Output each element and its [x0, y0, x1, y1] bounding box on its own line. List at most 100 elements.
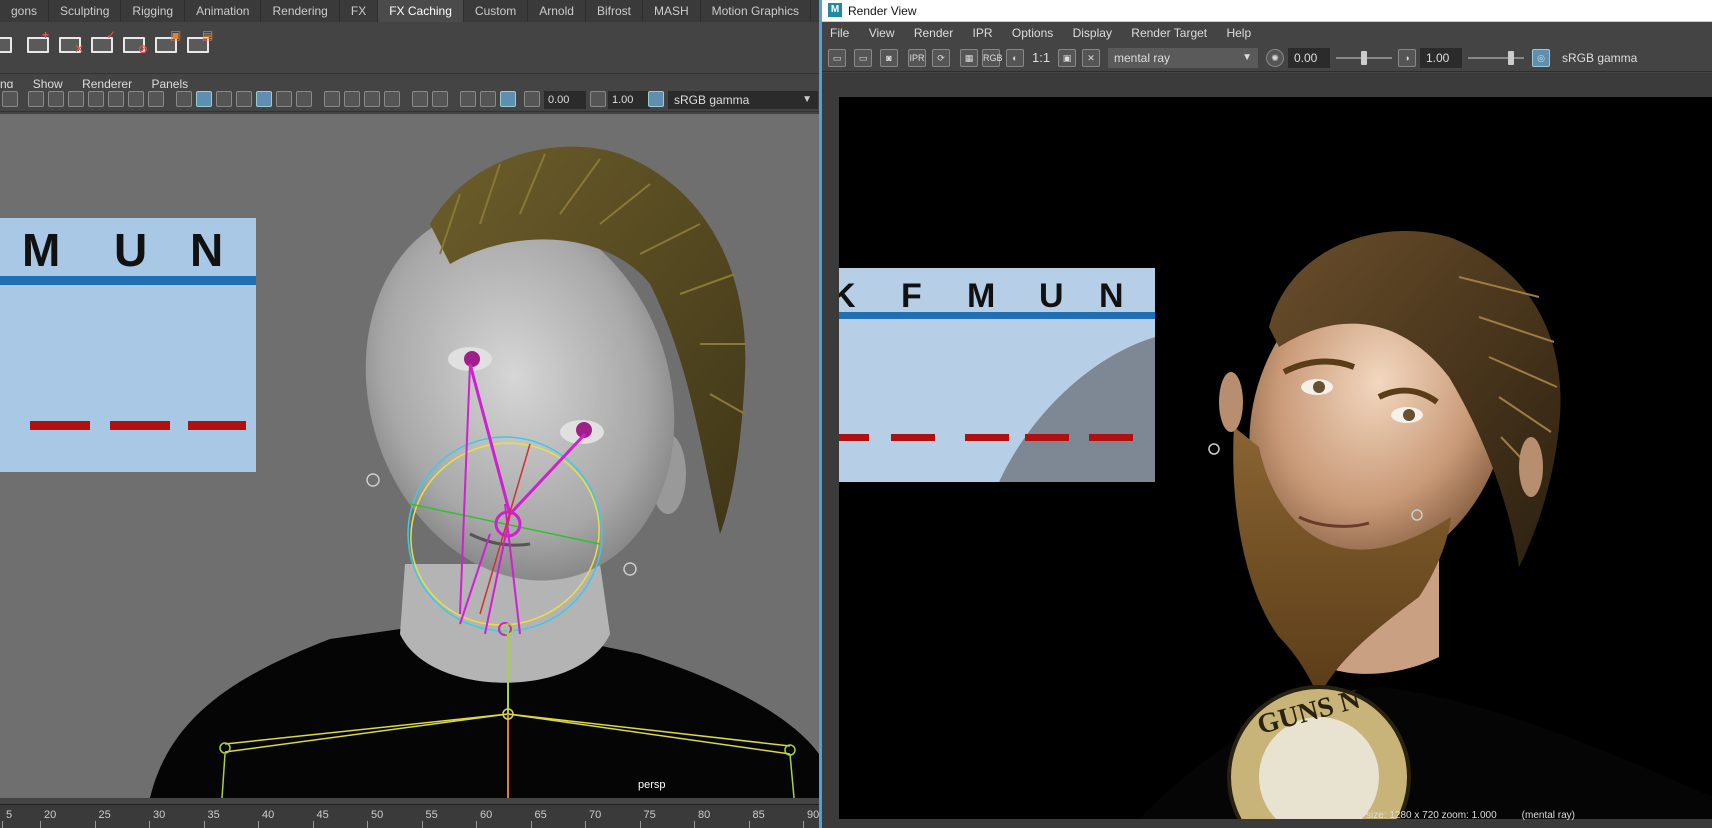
alpha-channel-icon[interactable]: ◐ — [1006, 49, 1024, 67]
merge-cache-icon[interactable]: ▤ — [184, 29, 213, 58]
perspective-viewport[interactable]: M U N persp — [0, 114, 819, 798]
menu-render-target[interactable]: Render Target — [1123, 22, 1215, 44]
shelf-tabs: gons Sculpting Rigging Animation Rendering FX… — [0, 0, 819, 22]
chart-letter: M — [22, 224, 60, 276]
timeline-tick — [258, 821, 259, 828]
xray-icon[interactable] — [432, 91, 448, 107]
shelf-tab-custom[interactable]: Custom — [464, 0, 529, 22]
real-size-button[interactable]: 1:1 — [1032, 50, 1050, 65]
enable-cache-icon[interactable]: ✓ — [88, 29, 116, 58]
chart-letter: N — [1099, 277, 1124, 315]
exposure-slider-knob[interactable] — [1361, 51, 1367, 65]
gamma-field[interactable]: 1.00 — [608, 91, 650, 109]
create-cache-icon[interactable]: + — [24, 29, 52, 58]
textured-icon[interactable] — [256, 91, 272, 107]
shelf-tab-bifrost[interactable]: Bifrost — [586, 0, 643, 22]
gamma-icon[interactable] — [590, 91, 606, 107]
timeline-tick-label: 25 — [98, 809, 111, 821]
disable-cache-icon[interactable]: ⊘ — [120, 30, 148, 58]
render-settings-icon[interactable]: ▦ — [960, 49, 978, 67]
time-slider[interactable]: 5 20 25 30 35 40 45 50 55 60 65 70 75 80 85 90 — [0, 804, 819, 828]
renderer-dropdown[interactable]: mental ray ▼ — [1108, 48, 1258, 68]
camera-attributes-icon[interactable] — [500, 91, 516, 107]
wireframe-icon[interactable] — [176, 91, 192, 107]
delete-cache-icon[interactable]: ✕ — [56, 30, 84, 58]
rendered-image[interactable]: K F M U N GUNS N — [839, 97, 1712, 819]
safe-title-icon[interactable] — [148, 91, 164, 107]
chart-letter: M — [967, 277, 995, 315]
shelf-tab-rendering[interactable]: Rendering — [261, 0, 340, 22]
menu-options[interactable]: Options — [1004, 22, 1061, 44]
gamma-slider-knob[interactable] — [1508, 51, 1514, 65]
refresh-ipr-icon[interactable]: ⟳ — [932, 49, 950, 67]
timeline-tick — [367, 821, 368, 828]
film-gate-icon[interactable] — [48, 91, 64, 107]
exposure-field[interactable]: 0.00 — [1288, 48, 1330, 68]
shelf-tab-sculpting[interactable]: Sculpting — [49, 0, 122, 22]
exposure-icon[interactable]: ✺ — [1266, 49, 1284, 67]
shelf-tab-gons[interactable]: gons — [0, 0, 50, 22]
timeline-tick — [694, 821, 695, 828]
resolution-gate-icon[interactable] — [68, 91, 84, 107]
menu-display[interactable]: Display — [1065, 22, 1120, 44]
select-camera-icon[interactable] — [2, 91, 18, 107]
chart-letter: U — [114, 224, 147, 276]
timeline-tick — [530, 821, 532, 828]
motion-blur-icon[interactable] — [344, 91, 360, 107]
view-transform-dropdown[interactable]: sRGB gamma — [1556, 48, 1712, 68]
redo-render-icon[interactable]: ▭ — [828, 49, 846, 67]
color-management-icon[interactable]: ◎ — [1532, 49, 1550, 67]
remove-image-icon[interactable]: ✕ — [1082, 49, 1100, 67]
menu-file[interactable]: File — [822, 22, 857, 44]
viewport-scene: M U N — [0, 146, 819, 798]
shelf-tab-xge[interactable]: XGe — [811, 0, 819, 22]
color-management-icon[interactable] — [648, 91, 664, 107]
shadows-icon[interactable] — [296, 91, 312, 107]
shelf-tab-animation[interactable]: Animation — [185, 0, 262, 22]
xray-active-icon[interactable] — [480, 91, 496, 107]
snapshot-icon[interactable]: ◙ — [880, 49, 898, 67]
rendered-scene: K F M U N GUNS N — [839, 231, 1712, 819]
safe-action-icon[interactable] — [128, 91, 144, 107]
rgb-channels-button[interactable]: RGB — [982, 49, 1003, 67]
exposure-slider[interactable] — [1336, 51, 1392, 65]
shelf-tab-motion-graphics[interactable]: Motion Graphics — [701, 0, 811, 22]
view-transform-dropdown[interactable]: sRGB gamma ▼ — [668, 91, 818, 109]
shelf-tab-fx[interactable]: FX — [340, 0, 379, 22]
gamma-icon[interactable]: ◑ — [1398, 49, 1416, 67]
render-region-icon[interactable]: ▭ — [854, 49, 872, 67]
isolate-select-icon[interactable] — [412, 91, 428, 107]
screen-space-ao-icon[interactable] — [324, 91, 340, 107]
depth-of-field-icon[interactable] — [384, 91, 400, 107]
ipr-render-icon[interactable]: IPR — [908, 49, 926, 67]
anti-aliasing-icon[interactable] — [364, 91, 380, 107]
exposure-icon[interactable] — [524, 91, 540, 107]
menu-help[interactable]: Help — [1218, 22, 1259, 44]
shelf-tab-arnold[interactable]: Arnold — [528, 0, 586, 22]
lights-icon[interactable] — [276, 91, 292, 107]
timeline-tick — [312, 821, 314, 828]
gamma-field[interactable]: 1.00 — [1420, 48, 1462, 68]
field-chart-icon[interactable] — [108, 91, 124, 107]
replace-cache-icon[interactable]: ▣ — [152, 29, 181, 58]
menu-view[interactable]: View — [861, 22, 903, 44]
wireframe-on-shaded-icon[interactable] — [236, 91, 252, 107]
grid-icon[interactable] — [28, 91, 44, 107]
menu-ipr[interactable]: IPR — [965, 22, 1001, 44]
use-default-material-icon[interactable] — [216, 91, 232, 107]
menu-render[interactable]: Render — [906, 22, 961, 44]
keep-image-icon[interactable]: ▣ — [1058, 49, 1076, 67]
exposure-field[interactable]: 0.00 — [544, 91, 586, 109]
shelf-tab-fx-caching[interactable]: FX Caching — [378, 0, 464, 22]
render-view-window: M Render View File View Render IPR Optio… — [822, 0, 1712, 828]
timeline-tick — [2, 821, 3, 828]
gate-mask-icon[interactable] — [88, 91, 104, 107]
smooth-shade-icon[interactable] — [196, 91, 212, 107]
shelf-tab-mash[interactable]: MASH — [643, 0, 701, 22]
timeline-tick — [476, 821, 477, 828]
gamma-slider[interactable] — [1468, 51, 1524, 65]
timeline-tick — [149, 821, 150, 828]
timeline-tick — [585, 821, 586, 828]
shelf-tab-rigging[interactable]: Rigging — [121, 0, 186, 22]
xray-joints-icon[interactable] — [460, 91, 476, 107]
